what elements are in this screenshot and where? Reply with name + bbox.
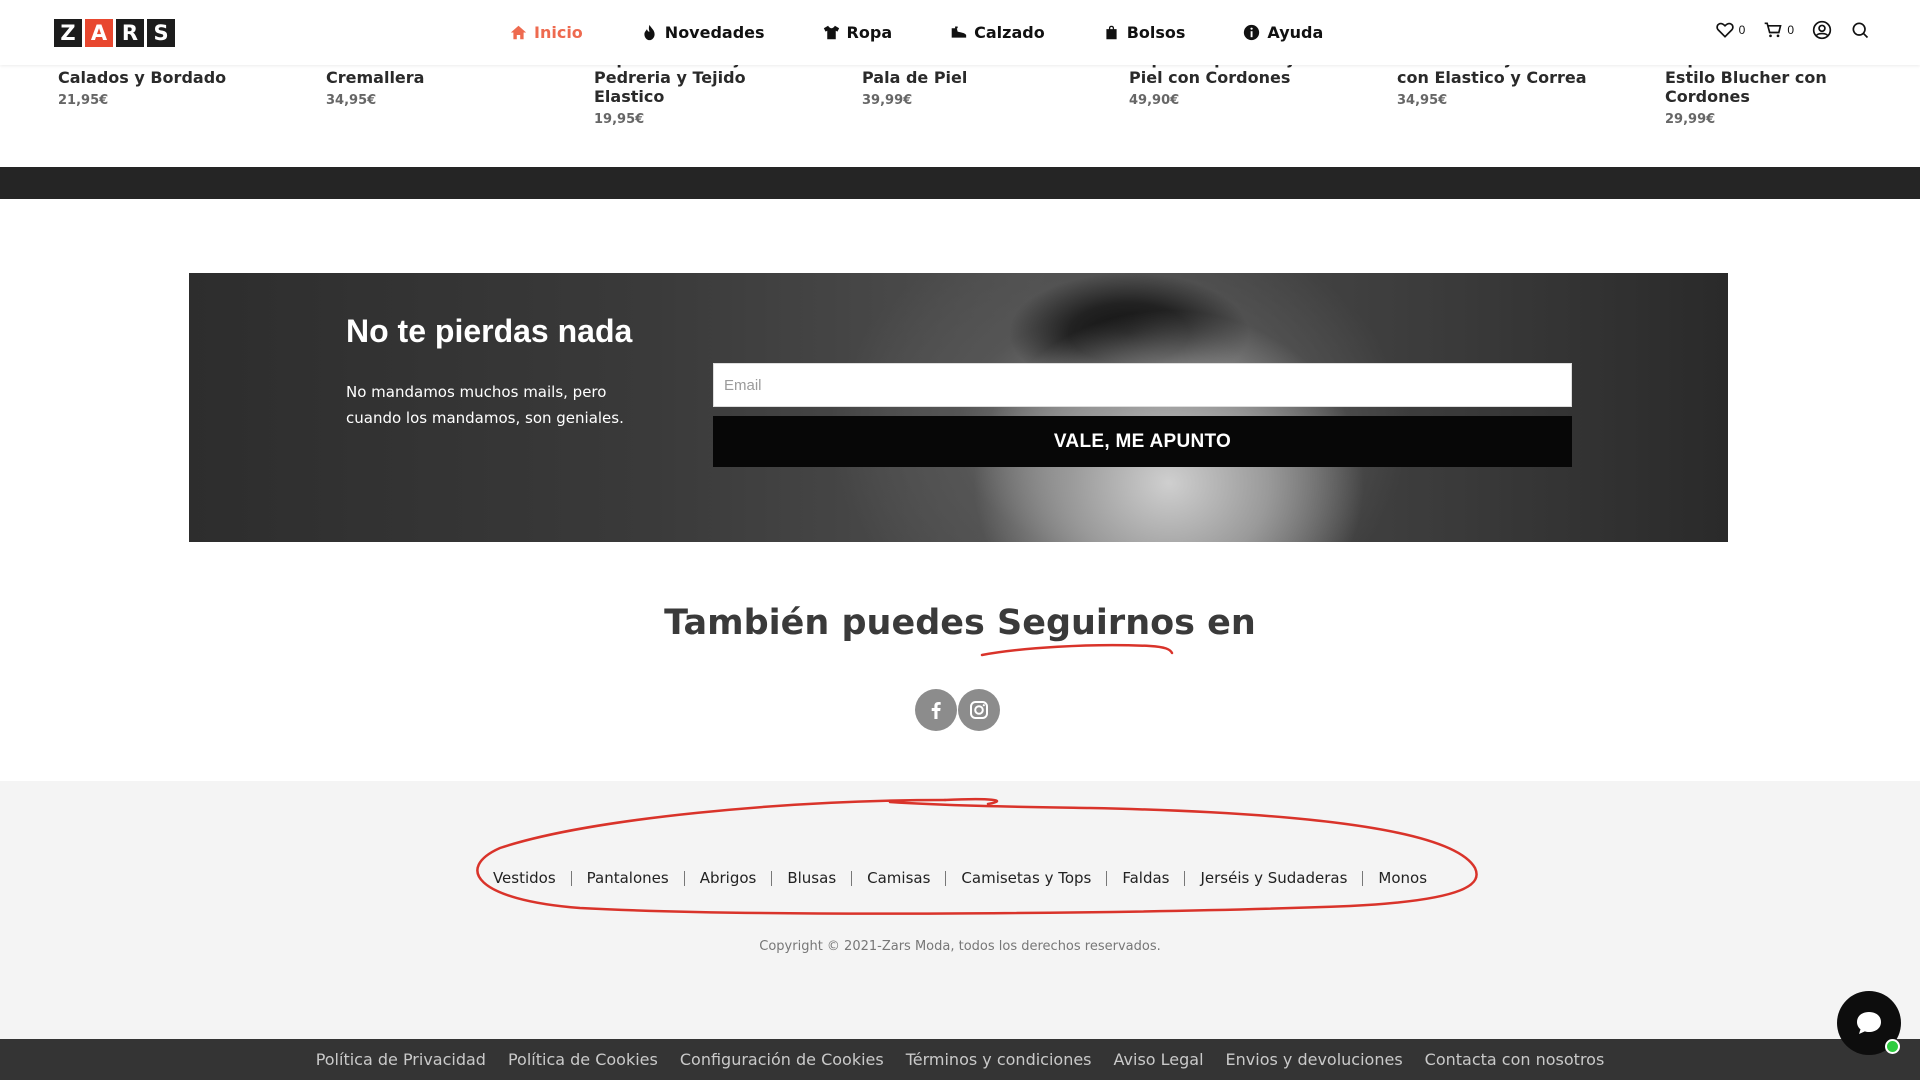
instagram-link[interactable] (958, 689, 1000, 731)
product-price: 39,99€ (862, 93, 913, 108)
main-nav: Inicio Novedades Ropa Calzado Bolsos Ayu… (510, 0, 1381, 65)
logo-letter: R (116, 19, 144, 47)
instagram-icon (970, 701, 988, 719)
cart-icon (1764, 22, 1782, 38)
legal-link-envios[interactable]: Envios y devoluciones (1226, 1050, 1403, 1069)
social-links (915, 689, 1000, 731)
newsletter-text: No mandamos muchos mails, pero cuando lo… (346, 383, 624, 427)
subscribe-button[interactable]: VALE, ME APUNTO (713, 416, 1572, 467)
product-price: 49,90€ (1129, 93, 1180, 108)
wishlist-button[interactable]: 0 (1715, 20, 1746, 40)
nav-label: Bolsos (1126, 23, 1186, 42)
nav-item-novedades[interactable]: Novedades (641, 23, 765, 42)
logo-letter: Z (54, 19, 82, 47)
product-card[interactable]: Zapatilla de Mujer conPedreria y TejidoE… (594, 56, 824, 127)
newsletter-title: No te pierdas nada (346, 313, 633, 349)
annotation-oval (476, 797, 1478, 915)
product-price: 21,95€ (58, 93, 109, 108)
shoe-icon (951, 26, 967, 38)
product-price: 34,95€ (326, 93, 377, 108)
user-icon (1812, 20, 1832, 40)
bag-icon (1106, 25, 1117, 40)
site-header: Z A R S Inicio Novedades Ropa Calzado Bo… (0, 0, 1920, 65)
logo[interactable]: Z A R S (54, 19, 178, 47)
online-status-dot (1885, 1039, 1900, 1054)
search-button[interactable] (1850, 20, 1870, 40)
product-strip: Sandalia Plana conCalados y Bordado 21,9… (0, 56, 1920, 167)
shirt-icon (823, 25, 839, 40)
product-price: 34,95€ (1397, 93, 1448, 108)
cart-count: 0 (1787, 23, 1794, 37)
nav-item-calzado[interactable]: Calzado (950, 23, 1045, 42)
nav-label: Novedades (664, 23, 765, 42)
info-icon (1244, 24, 1260, 41)
nav-item-ayuda[interactable]: Ayuda (1243, 23, 1323, 42)
product-price: 19,95€ (594, 112, 645, 127)
home-icon (510, 25, 527, 40)
nav-label: Calzado (974, 23, 1045, 42)
newsletter-banner: No te pierdas nada No mandamos muchos ma… (189, 273, 1728, 542)
nav-item-inicio[interactable]: Inicio (510, 23, 583, 42)
email-input[interactable] (713, 363, 1572, 407)
legal-link-contacto[interactable]: Contacta con nosotros (1425, 1050, 1605, 1069)
facebook-link[interactable] (915, 689, 957, 731)
logo-letter: S (147, 19, 175, 47)
legal-link-config-cookies[interactable]: Configuración de Cookies (680, 1050, 884, 1069)
chat-bubble-icon (1857, 1012, 1881, 1034)
follow-highlight: Seguirnos (997, 603, 1195, 643)
legal-link-terminos[interactable]: Términos y condiciones (906, 1050, 1092, 1069)
nav-label: Ropa (846, 23, 893, 42)
legal-link-cookies[interactable]: Política de Cookies (508, 1050, 658, 1069)
product-card[interactable]: Zapato con TaconEstilo Blucher conCordon… (1665, 56, 1895, 127)
heart-icon (1715, 22, 1734, 38)
nav-item-ropa[interactable]: Ropa (823, 23, 893, 42)
section-divider-band (0, 167, 1920, 199)
header-actions: 0 0 (1697, 20, 1870, 40)
chat-button[interactable] (1837, 991, 1901, 1055)
nav-label: Inicio (534, 23, 583, 42)
search-icon (1852, 22, 1869, 39)
follow-heading: También puedes Seguirnos en (664, 603, 1256, 643)
account-button[interactable] (1812, 20, 1832, 40)
logo-letter: A (85, 19, 113, 47)
nav-label: Ayuda (1267, 23, 1324, 42)
facebook-icon (931, 702, 941, 719)
cart-button[interactable]: 0 (1763, 20, 1794, 40)
annotation-underline (980, 643, 1174, 657)
wishlist-count: 0 (1738, 23, 1746, 37)
legal-links-bar: Política de Privacidad Política de Cooki… (0, 1039, 1920, 1080)
nav-item-bolsos[interactable]: Bolsos (1103, 23, 1186, 42)
copyright: Copyright © 2021-Zars Moda, todos los de… (759, 939, 1161, 954)
fire-icon (644, 24, 655, 41)
legal-link-aviso-legal[interactable]: Aviso Legal (1114, 1050, 1204, 1069)
legal-link-privacidad[interactable]: Política de Privacidad (316, 1050, 486, 1069)
product-price: 29,99€ (1665, 112, 1716, 127)
